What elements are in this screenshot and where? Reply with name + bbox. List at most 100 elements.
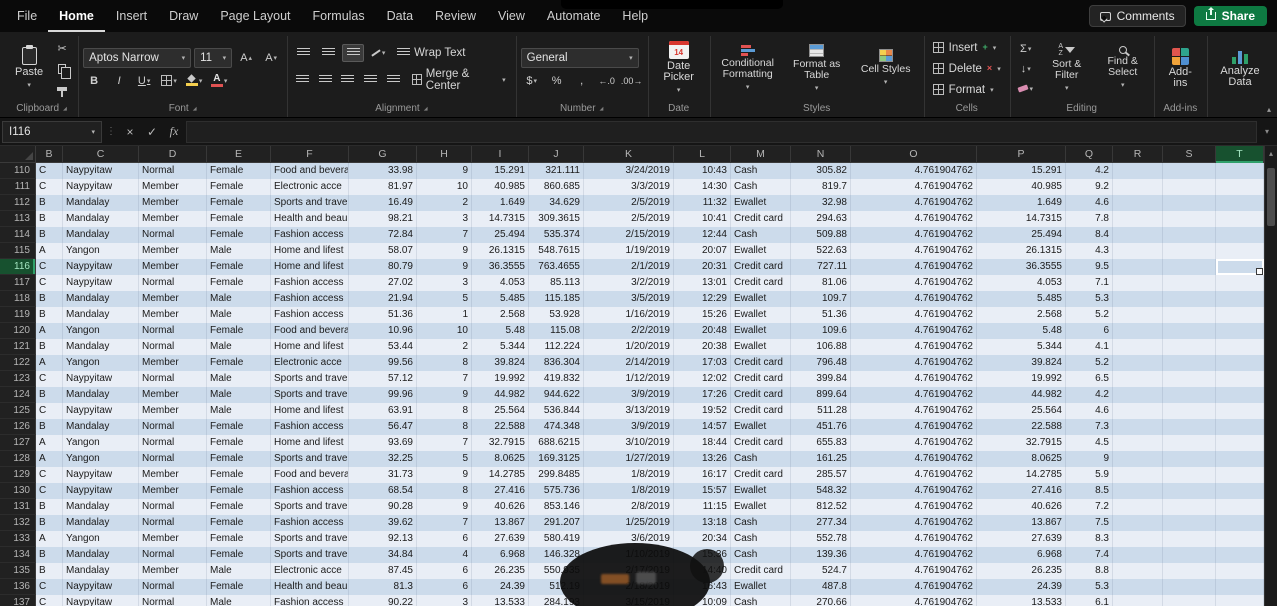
cell-R134[interactable]: [1113, 547, 1163, 563]
row-header-116[interactable]: 116: [0, 259, 36, 275]
cell-K112[interactable]: 2/5/2019: [584, 195, 674, 211]
cell-I125[interactable]: 25.564: [472, 403, 529, 419]
cell-T117[interactable]: [1216, 275, 1264, 291]
cell-N112[interactable]: 32.98: [791, 195, 851, 211]
cell-H126[interactable]: 8: [417, 419, 472, 435]
cell-L121[interactable]: 20:38: [674, 339, 731, 355]
cell-J124[interactable]: 944.622: [529, 387, 584, 403]
italic-button[interactable]: I: [108, 72, 130, 90]
cell-F121[interactable]: Home and lifest: [271, 339, 349, 355]
cell-Q122[interactable]: 5.2: [1066, 355, 1113, 371]
cell-P113[interactable]: 14.7315: [977, 211, 1066, 227]
cell-D112[interactable]: Member: [139, 195, 207, 211]
cell-J129[interactable]: 299.8485: [529, 467, 584, 483]
cell-C133[interactable]: Yangon: [63, 531, 139, 547]
cell-N119[interactable]: 51.36: [791, 307, 851, 323]
cell-C125[interactable]: Naypyitaw: [63, 403, 139, 419]
cell-M125[interactable]: Credit card: [731, 403, 791, 419]
cell-M122[interactable]: Credit card: [731, 355, 791, 371]
cell-T116[interactable]: [1216, 259, 1264, 275]
column-header-I[interactable]: I: [472, 146, 529, 163]
cell-I131[interactable]: 40.626: [472, 499, 529, 515]
format-cells-button[interactable]: Format ▾: [929, 80, 1005, 99]
cell-S122[interactable]: [1163, 355, 1216, 371]
cell-R114[interactable]: [1113, 227, 1163, 243]
cell-F120[interactable]: Food and bevera: [271, 323, 349, 339]
cell-N126[interactable]: 451.76: [791, 419, 851, 435]
cell-E121[interactable]: Male: [207, 339, 271, 355]
cell-O131[interactable]: 4.761904762: [851, 499, 977, 515]
cancel-button[interactable]: ×: [120, 122, 140, 142]
cell-S130[interactable]: [1163, 483, 1216, 499]
cell-J115[interactable]: 548.7615: [529, 243, 584, 259]
cell-N128[interactable]: 161.25: [791, 451, 851, 467]
cell-E119[interactable]: Male: [207, 307, 271, 323]
cell-B126[interactable]: B: [36, 419, 63, 435]
cell-N114[interactable]: 509.88: [791, 227, 851, 243]
cell-B111[interactable]: C: [36, 179, 63, 195]
cell-S115[interactable]: [1163, 243, 1216, 259]
cell-P118[interactable]: 5.485: [977, 291, 1066, 307]
cell-N136[interactable]: 487.8: [791, 579, 851, 595]
cell-C134[interactable]: Mandalay: [63, 547, 139, 563]
cell-O129[interactable]: 4.761904762: [851, 467, 977, 483]
cell-K111[interactable]: 3/3/2019: [584, 179, 674, 195]
align-bottom-button[interactable]: [342, 43, 365, 62]
cell-L124[interactable]: 17:26: [674, 387, 731, 403]
cell-H119[interactable]: 1: [417, 307, 472, 323]
cell-J120[interactable]: 115.08: [529, 323, 584, 339]
cell-M111[interactable]: Cash: [731, 179, 791, 195]
cell-S131[interactable]: [1163, 499, 1216, 515]
column-header-J[interactable]: J: [529, 146, 584, 163]
cell-R133[interactable]: [1113, 531, 1163, 547]
cell-N121[interactable]: 106.88: [791, 339, 851, 355]
cell-T110[interactable]: [1216, 163, 1264, 179]
cell-R132[interactable]: [1113, 515, 1163, 531]
cell-K113[interactable]: 2/5/2019: [584, 211, 674, 227]
cell-C110[interactable]: Naypyitaw: [63, 163, 139, 179]
cell-C131[interactable]: Mandalay: [63, 499, 139, 515]
cell-B120[interactable]: A: [36, 323, 63, 339]
cell-E137[interactable]: Male: [207, 595, 271, 606]
cell-R116[interactable]: [1113, 259, 1163, 275]
cell-H120[interactable]: 10: [417, 323, 472, 339]
cell-H129[interactable]: 9: [417, 467, 472, 483]
cell-K126[interactable]: 3/9/2019: [584, 419, 674, 435]
cell-N123[interactable]: 399.84: [791, 371, 851, 387]
column-header-G[interactable]: G: [349, 146, 417, 163]
merge-center-button[interactable]: Merge & Center ▾: [407, 66, 511, 94]
collapse-ribbon-button[interactable]: ▴: [1267, 105, 1271, 114]
formula-input[interactable]: [186, 120, 1257, 143]
cell-T135[interactable]: [1216, 563, 1264, 579]
cell-F115[interactable]: Home and lifest: [271, 243, 349, 259]
cell-T130[interactable]: [1216, 483, 1264, 499]
cell-L116[interactable]: 20:31: [674, 259, 731, 275]
cell-M113[interactable]: Credit card: [731, 211, 791, 227]
increase-font-size-button[interactable]: A ▴: [235, 49, 257, 67]
cell-B118[interactable]: B: [36, 291, 63, 307]
cell-D132[interactable]: Normal: [139, 515, 207, 531]
cell-L117[interactable]: 13:01: [674, 275, 731, 291]
format-painter-button[interactable]: [51, 80, 73, 98]
cell-O120[interactable]: 4.761904762: [851, 323, 977, 339]
cell-O133[interactable]: 4.761904762: [851, 531, 977, 547]
cell-H124[interactable]: 9: [417, 387, 472, 403]
cell-S112[interactable]: [1163, 195, 1216, 211]
cell-M128[interactable]: Cash: [731, 451, 791, 467]
cell-F134[interactable]: Sports and trave: [271, 547, 349, 563]
cell-M114[interactable]: Cash: [731, 227, 791, 243]
cell-I128[interactable]: 8.0625: [472, 451, 529, 467]
cell-B110[interactable]: C: [36, 163, 63, 179]
cell-G124[interactable]: 99.96: [349, 387, 417, 403]
cell-H130[interactable]: 8: [417, 483, 472, 499]
cell-B125[interactable]: C: [36, 403, 63, 419]
cell-S113[interactable]: [1163, 211, 1216, 227]
cell-F129[interactable]: Food and bevera: [271, 467, 349, 483]
borders-button[interactable]: ▾: [158, 72, 180, 90]
cell-G127[interactable]: 93.69: [349, 435, 417, 451]
row-header-122[interactable]: 122: [0, 355, 36, 371]
cell-M118[interactable]: Ewallet: [731, 291, 791, 307]
cell-G125[interactable]: 63.91: [349, 403, 417, 419]
cell-B131[interactable]: B: [36, 499, 63, 515]
cell-P120[interactable]: 5.48: [977, 323, 1066, 339]
